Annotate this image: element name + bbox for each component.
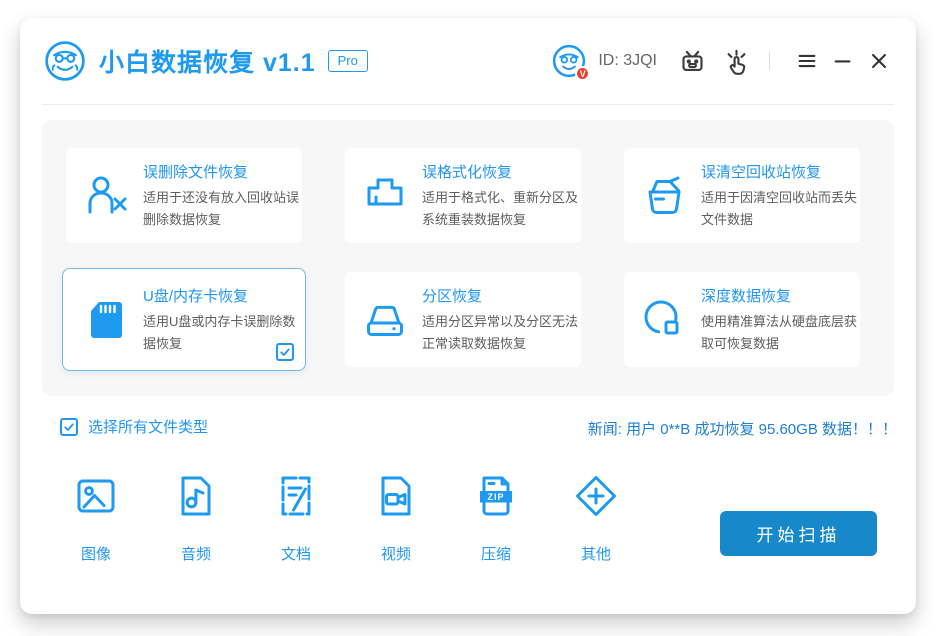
deep-scan-pie-icon [640,296,688,344]
mode-desc: 适用于因清空回收站而丢失文件数据 [701,190,858,227]
titlebar-separator [769,52,770,70]
file-type-label: 其他 [580,546,611,563]
titlebar-divider [42,104,894,105]
mode-card-usb-sdcard[interactable]: U盘/内存卡恢复 适用U盘或内存卡误删除数据恢复 [62,268,306,371]
vip-badge: V [575,66,591,81]
zip-band-text: ZIP [487,492,504,502]
mode-title: 分区恢复 [422,288,483,306]
close-button[interactable] [866,48,892,74]
hand-click-icon[interactable] [721,46,751,76]
mode-title: 误清空回收站恢复 [701,164,822,182]
mode-card-recycle-bin[interactable]: 误清空回收站恢复 适用于因清空回收站而丢失文件数据 [624,148,860,243]
minimize-button[interactable] [830,48,856,74]
titlebar: 小白数据恢复 v1.1 Pro V ID: 3JQI [20,18,916,104]
other-plus-diamond-icon [572,476,620,524]
document-file-icon [272,476,320,524]
news-ticker: 新闻: 用户 0**B 成功恢复 95.60GB 数据！！！ [587,421,897,438]
file-type-row: 图像 音频 文档 视频 ZIP 压缩 其他 [72,472,672,564]
file-type-label: 视频 [380,546,411,563]
video-file-icon [372,476,420,524]
mode-title: 误删除文件恢复 [143,164,249,182]
image-file-icon [72,479,120,524]
mode-desc: 适用于格式化、重新分区及系统重装数据恢复 [422,190,579,227]
file-type-image[interactable]: 图像 [72,472,120,564]
file-type-label: 图像 [80,546,111,563]
recycle-basket-icon [640,172,688,220]
file-type-label: 压缩 [480,546,511,563]
zip-file-icon: ZIP [472,476,520,524]
app-window: 小白数据恢复 v1.1 Pro V ID: 3JQI 误删除文件恢复 适用于还没… [20,18,916,614]
recovery-mode-panel: 误删除文件恢复 适用于还没有放入回收站误删除数据恢复 误格式化恢复 适用于格式化… [42,120,894,396]
mode-checkbox-checked-icon[interactable] [276,343,294,361]
format-brush-icon [361,172,409,220]
start-scan-button[interactable]: 开始扫描 [720,511,877,556]
file-type-video[interactable]: 视频 [372,472,420,564]
file-type-label: 文档 [280,546,311,563]
file-type-label: 音频 [180,546,211,563]
select-all-file-types[interactable]: 选择所有文件类型 [60,416,208,437]
mode-card-deleted-file[interactable]: 误删除文件恢复 适用于还没有放入回收站误删除数据恢复 [66,148,302,243]
sd-card-icon [82,296,130,344]
file-type-document[interactable]: 文档 [272,472,320,564]
hard-drive-icon [361,296,409,344]
mode-desc: 适用分区异常以及分区无法正常读取数据恢复 [422,314,579,351]
mode-desc: 使用精准算法从硬盘底层获取可恢复数据 [701,314,858,351]
file-type-audio[interactable]: 音频 [172,472,220,564]
file-type-other[interactable]: 其他 [572,472,620,564]
select-all-label: 选择所有文件类型 [88,419,209,436]
audio-file-icon [172,476,220,524]
mode-title: U盘/内存卡恢复 [143,288,249,306]
mode-desc: 适用于还没有放入回收站误删除数据恢复 [143,190,300,227]
file-type-zip[interactable]: ZIP 压缩 [472,472,520,564]
mode-grid: 误删除文件恢复 适用于还没有放入回收站误删除数据恢复 误格式化恢复 适用于格式化… [42,120,894,371]
mode-title: 误格式化恢复 [422,164,513,182]
select-all-checkbox-checked-icon[interactable] [60,417,78,436]
titlebar-right: V ID: 3JQI [552,44,892,81]
menu-button[interactable] [794,48,820,74]
user-x-icon [82,172,130,220]
mode-card-deep-recovery[interactable]: 深度数据恢复 使用精准算法从硬盘底层获取可恢复数据 [624,272,860,367]
robot-assistant-icon[interactable] [677,46,707,76]
user-id: ID: 3JQI [598,52,657,69]
user-avatar[interactable]: V [552,44,591,81]
mode-card-partition[interactable]: 分区恢复 适用分区异常以及分区无法正常读取数据恢复 [345,272,581,367]
mode-card-formatted[interactable]: 误格式化恢复 适用于格式化、重新分区及系统重装数据恢复 [345,148,581,243]
pro-badge: Pro [327,50,368,72]
mode-title: 深度数据恢复 [701,288,792,306]
app-logo-mascot-icon [44,40,86,82]
app-title: 小白数据恢复 v1.1 [99,49,316,77]
